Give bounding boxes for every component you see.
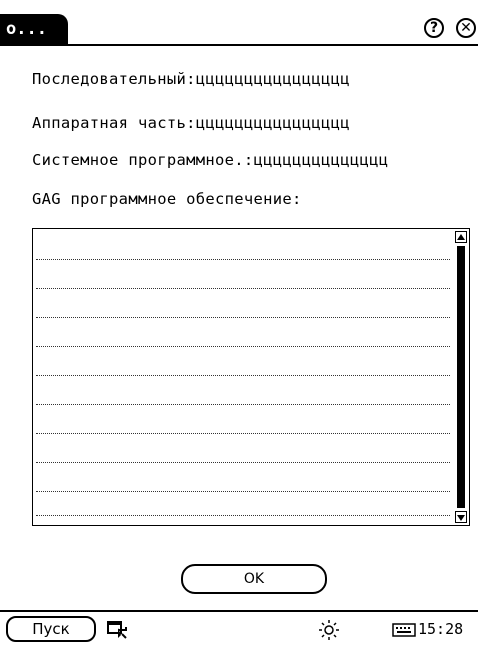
- ok-button[interactable]: OK: [181, 564, 327, 594]
- list-row[interactable]: [36, 462, 450, 463]
- software-list[interactable]: [32, 228, 470, 526]
- list-row[interactable]: [36, 288, 450, 289]
- window-switch-icon[interactable]: [106, 618, 128, 640]
- list-row[interactable]: [36, 491, 450, 492]
- close-icon[interactable]: ✕: [456, 18, 476, 38]
- title-bar: о... ? ✕: [0, 0, 478, 46]
- title-divider: [0, 44, 478, 46]
- list-row[interactable]: [36, 433, 450, 434]
- hardware-label: Аппаратная часть:цццццццццццццццц: [32, 114, 350, 132]
- list-row[interactable]: [36, 259, 450, 260]
- scroll-down-arrow-icon[interactable]: [455, 511, 467, 523]
- list-row[interactable]: [36, 317, 450, 318]
- list-row[interactable]: [36, 404, 450, 405]
- keyboard-icon[interactable]: [392, 618, 416, 640]
- clock: 15:28: [418, 620, 464, 638]
- scroll-up-arrow-icon[interactable]: [455, 231, 467, 243]
- brightness-icon[interactable]: [318, 618, 340, 640]
- scroll-thumb[interactable]: [457, 246, 465, 508]
- list-row[interactable]: [36, 346, 450, 347]
- start-button[interactable]: Пуск: [6, 616, 96, 642]
- serial-number-label: Последовательный:цццццццццццццццц: [32, 70, 350, 88]
- help-icon[interactable]: ?: [424, 18, 444, 38]
- taskbar: Пуск 15:28: [0, 610, 478, 646]
- gag-software-label: GAG программное обеспечение:: [32, 190, 302, 208]
- vertical-scrollbar[interactable]: [455, 231, 467, 523]
- list-row[interactable]: [36, 515, 450, 516]
- window-title: о...: [0, 14, 68, 44]
- list-row[interactable]: [36, 375, 450, 376]
- system-software-label: Системное программное.:цццццццццццццц: [32, 151, 389, 169]
